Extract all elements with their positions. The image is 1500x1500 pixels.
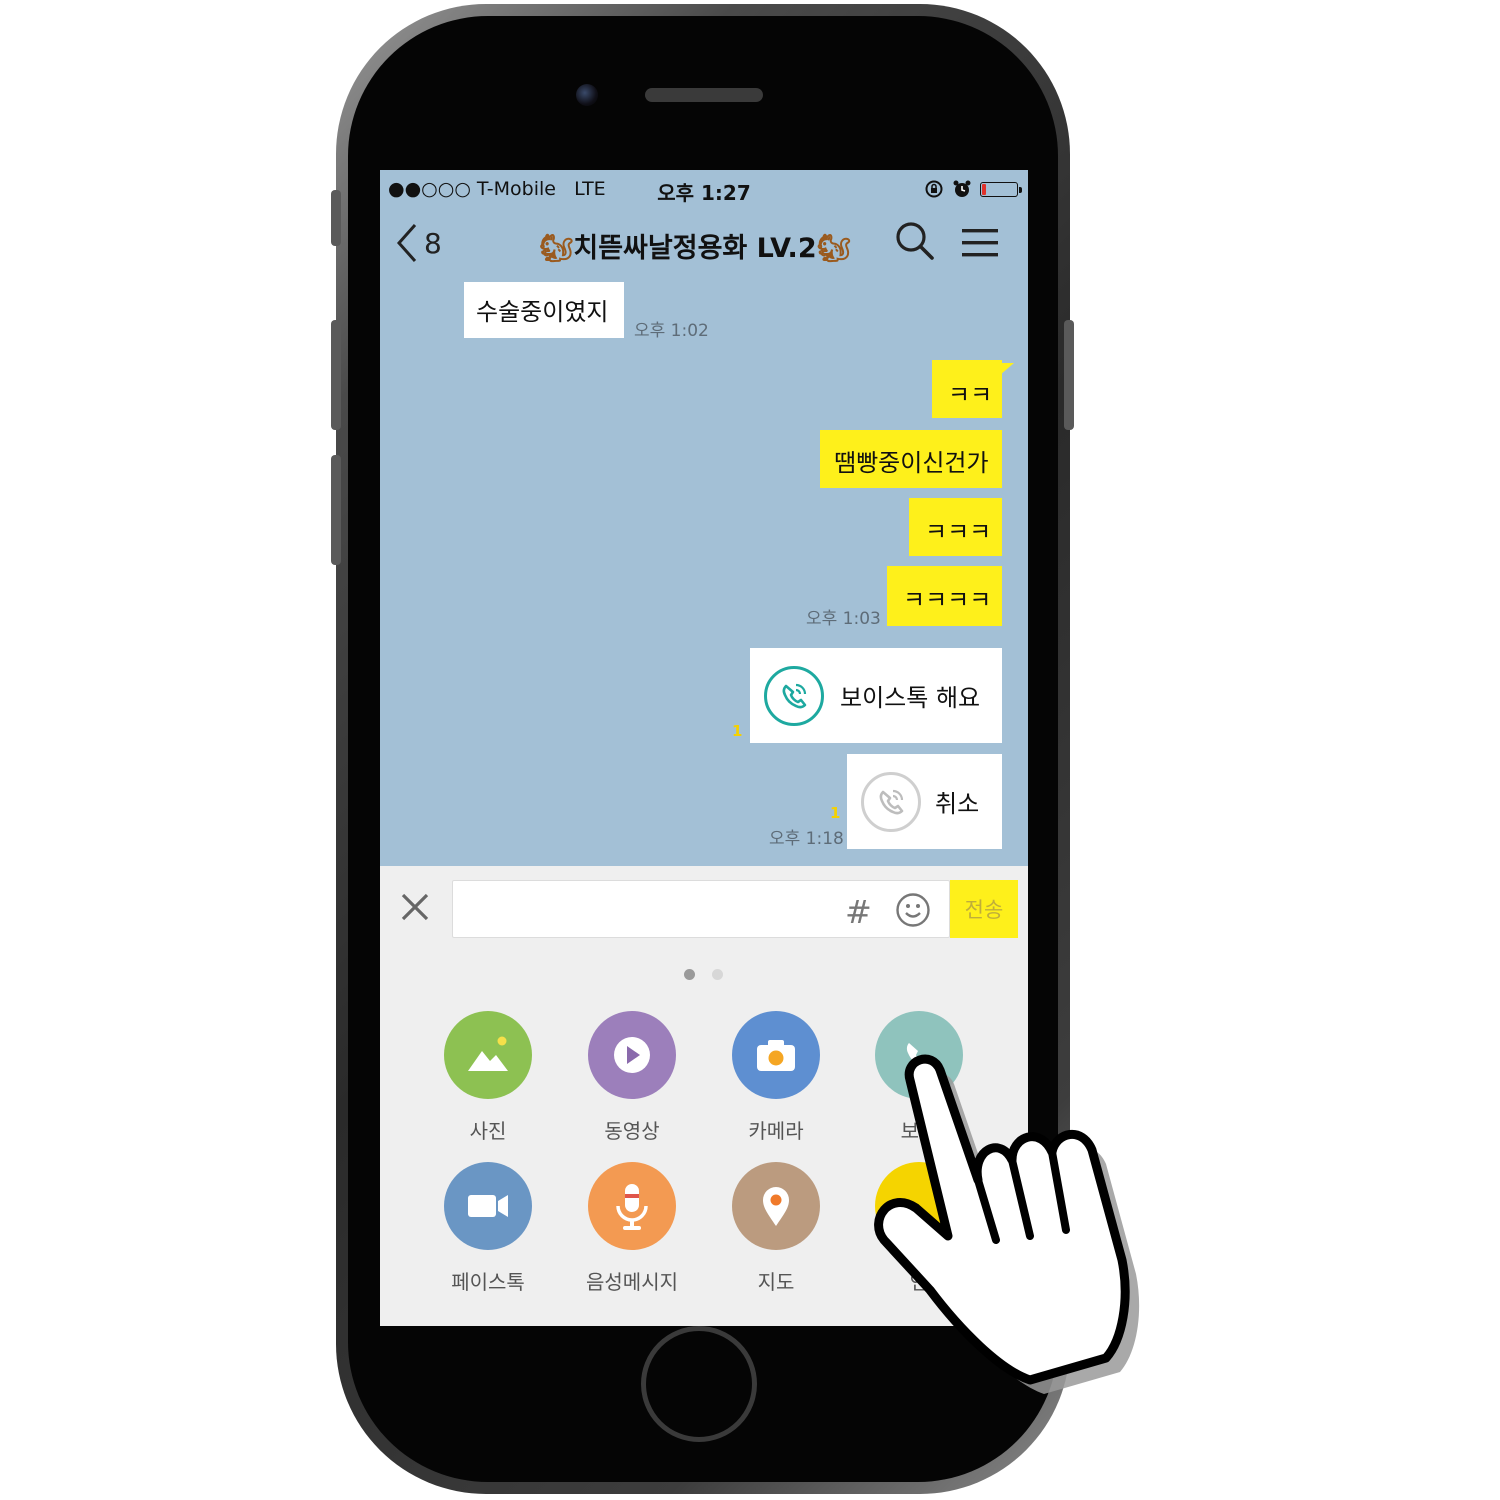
app-label: 사진 (469, 1119, 507, 1143)
message-timestamp: 오후 1:03 (806, 609, 881, 629)
message-bubble-sent[interactable]: 땜빵중이신건가 (820, 430, 1002, 488)
mute-switch (331, 190, 341, 246)
chat-title: 🐿치뜯싸날정용화 LV.2🐿 (490, 226, 900, 265)
status-icons (924, 179, 1022, 199)
voicetalk-phone-icon (764, 666, 824, 726)
photo-icon (444, 1011, 532, 1099)
message-bubble-received[interactable]: 수술중이였지 (464, 282, 624, 338)
voicetalk-cancel-phone-icon (861, 772, 921, 832)
front-camera (576, 84, 598, 106)
chevron-left-icon (396, 224, 417, 262)
page-indicator-dot[interactable] (684, 969, 695, 980)
map-button[interactable]: 지도 (721, 1162, 831, 1302)
volume-up-button (331, 320, 341, 430)
chat-header: 8 🐿치뜯싸날정용화 LV.2🐿 (380, 210, 1028, 280)
message-input[interactable]: # (452, 880, 950, 938)
battery-level (982, 183, 987, 195)
close-icon[interactable] (398, 890, 432, 924)
app-label: 페이스톡 (451, 1270, 525, 1294)
voicetalk-message[interactable]: 보이스톡 해요 (750, 648, 1002, 743)
message-list: 수술중이였지 오후 1:02 ㅋㅋ 땜빵중이신건가 ㅋㅋㅋ ㅋㅋㅋㅋ 오후 1:… (380, 280, 1028, 866)
microphone-icon (588, 1162, 676, 1250)
unread-count: 1 (732, 722, 743, 740)
message-bubble-sent[interactable]: ㅋㅋㅋ (909, 498, 1002, 556)
message-bubble-sent[interactable]: ㅋㅋㅋㅋ (887, 566, 1002, 626)
camera-icon (732, 1011, 820, 1099)
hashtag-button[interactable]: # (845, 893, 872, 931)
app-label: 음성메시지 (586, 1270, 678, 1294)
voicetalk-cancel-message[interactable]: 취소 (847, 754, 1002, 849)
alarm-icon (953, 180, 971, 197)
status-bar: ●●○○○ T-Mobile LTE 오후 1:27 (380, 170, 1028, 210)
back-button[interactable]: 8 (396, 220, 442, 266)
camera-button[interactable]: 카메라 (721, 1011, 831, 1151)
photo-button[interactable]: 사진 (433, 1011, 543, 1151)
voice-message-button[interactable]: 음성메시지 (577, 1162, 687, 1302)
unread-count: 1 (830, 804, 841, 822)
search-button[interactable] (894, 220, 936, 262)
power-button (1064, 320, 1074, 430)
app-label: 지도 (757, 1270, 795, 1294)
message-input-bar: # 전송 (380, 866, 1028, 956)
bubble-tail (1000, 363, 1014, 375)
menu-button[interactable] (960, 226, 1000, 260)
video-play-icon (588, 1011, 676, 1099)
app-label: 동영상 (604, 1119, 660, 1143)
video-button[interactable]: 동영상 (577, 1011, 687, 1151)
earpiece-speaker (645, 88, 763, 102)
volume-down-button (331, 455, 341, 565)
rotation-lock-icon (925, 180, 943, 198)
app-label: 카메라 (748, 1119, 804, 1143)
squirrel-emoji: 🐿 (816, 233, 851, 264)
send-button[interactable]: 전송 (950, 880, 1018, 938)
voicetalk-label: 보이스톡 해요 (840, 684, 981, 712)
chat-title-text: 치뜯싸날정용화 LV.2 (573, 233, 817, 264)
back-count: 8 (424, 226, 442, 260)
facetalk-video-icon (444, 1162, 532, 1250)
message-bubble-sent[interactable]: ㅋㅋ (932, 360, 1002, 418)
pointing-hand-icon (874, 1054, 1140, 1394)
message-timestamp: 오후 1:18 (769, 829, 844, 849)
page-indicator-dot[interactable] (712, 969, 723, 980)
message-timestamp: 오후 1:02 (634, 321, 709, 341)
emoji-icon[interactable] (895, 892, 931, 928)
map-pin-icon (732, 1162, 820, 1250)
facetalk-button[interactable]: 페이스톡 (433, 1162, 543, 1302)
voicetalk-cancel-label: 취소 (935, 790, 980, 818)
squirrel-emoji: 🐿 (539, 233, 574, 264)
home-button[interactable] (641, 1326, 757, 1442)
battery-icon (980, 181, 1022, 197)
